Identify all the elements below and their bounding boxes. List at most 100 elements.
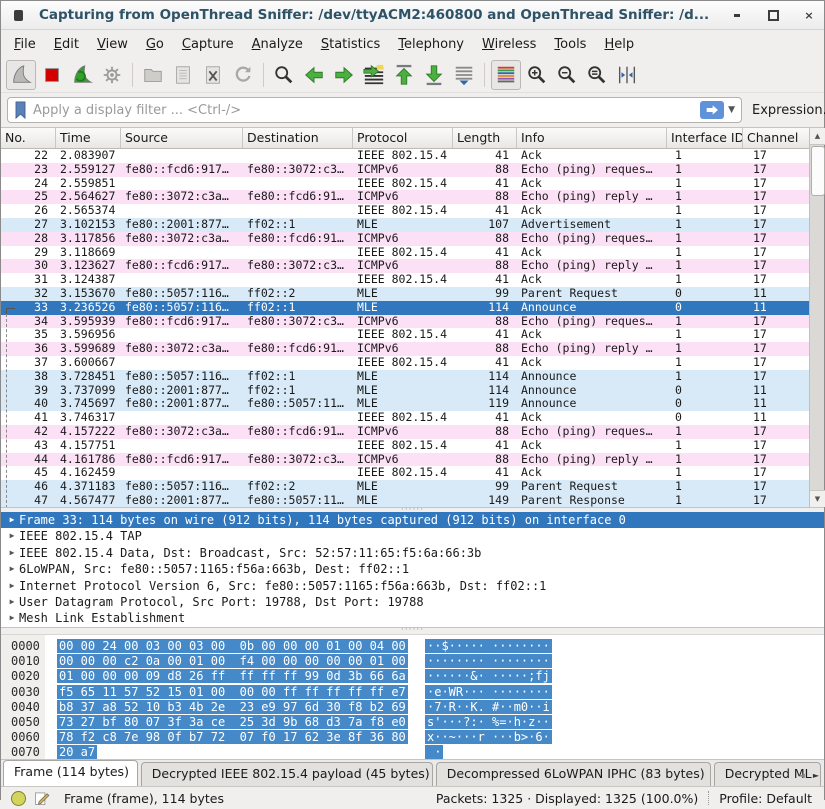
menu-help[interactable]: Help <box>595 33 643 56</box>
expand-triangle-icon[interactable]: ▶ <box>1 528 19 544</box>
column-header-destination[interactable]: Destination <box>243 128 353 148</box>
menu-analyze[interactable]: Analyze <box>243 33 312 56</box>
detail-line-2[interactable]: ▶IEEE 802.15.4 Data, Dst: Broadcast, Src… <box>1 545 824 561</box>
packet-row-42[interactable]: 424.157222fe80::3072:c3a…fe80::fcd6:91…I… <box>1 425 811 439</box>
packet-row-38[interactable]: 383.728451fe80::5057:116…ff02::1MLE114An… <box>1 370 811 384</box>
tab-scroll-right-icon[interactable]: ► <box>810 769 822 782</box>
resize-columns-icon[interactable] <box>613 61 641 89</box>
column-header-length[interactable]: Length <box>453 128 517 148</box>
stop-capture-icon[interactable] <box>38 61 66 89</box>
menu-view[interactable]: View <box>88 33 137 56</box>
tab-scroll-left-icon[interactable]: ◄ <box>796 769 808 782</box>
packet-row-30[interactable]: 303.123627fe80::fcd6:917…fe80::3072:c3…I… <box>1 259 811 273</box>
pane-splitter-1[interactable]: ······ <box>1 507 824 512</box>
byte-view-tab-0[interactable]: Frame (114 bytes) <box>3 760 138 786</box>
maximize-button[interactable] <box>766 8 780 22</box>
bookmark-icon[interactable] <box>14 101 27 119</box>
packet-row-40[interactable]: 403.745697fe80::2001:877…fe80::5057:11…M… <box>1 397 811 411</box>
packet-row-27[interactable]: 273.102153fe80::2001:877…ff02::1MLE107Ad… <box>1 218 811 232</box>
packet-row-34[interactable]: 343.595939fe80::fcd6:917…fe80::3072:c3…I… <box>1 315 811 329</box>
menu-go[interactable]: Go <box>137 33 173 56</box>
zoom-out-icon[interactable] <box>553 61 581 89</box>
packet-row-22[interactable]: 222.083907IEEE 802.15.441Ack117 <box>1 149 811 163</box>
apply-filter-button[interactable] <box>700 101 724 119</box>
packet-row-45[interactable]: 454.162459IEEE 802.15.441Ack117 <box>1 466 811 480</box>
last-packet-icon[interactable] <box>420 61 448 89</box>
display-filter-input[interactable] <box>31 102 700 119</box>
column-header-info[interactable]: Info <box>517 128 667 148</box>
menu-telephony[interactable]: Telephony <box>389 33 473 56</box>
detail-line-3[interactable]: ▶6LoWPAN, Src: fe80::5057:1165:f56a:663b… <box>1 561 824 577</box>
column-header-protocol[interactable]: Protocol <box>353 128 453 148</box>
packet-row-44[interactable]: 444.161786fe80::fcd6:917…fe80::3072:c3…I… <box>1 453 811 467</box>
scrollbar-thumb[interactable] <box>811 146 825 196</box>
menu-tools[interactable]: Tools <box>545 33 595 56</box>
menu-file[interactable]: File <box>5 33 45 56</box>
column-header-time[interactable]: Time <box>56 128 121 148</box>
hex-row-0030[interactable]: 0030f5 65 11 57 52 15 01 00 00 00 ff ff … <box>1 685 824 700</box>
column-header-channel[interactable]: Channel <box>743 128 811 148</box>
status-profile[interactable]: Profile: Default <box>719 791 812 806</box>
find-packet-icon[interactable] <box>270 61 298 89</box>
auto-scroll-icon[interactable] <box>450 61 478 89</box>
detail-line-5[interactable]: ▶User Datagram Protocol, Src Port: 19788… <box>1 594 824 610</box>
byte-view-tab-1[interactable]: Decrypted IEEE 802.15.4 payload (45 byte… <box>141 762 433 786</box>
capture-comment-icon[interactable] <box>34 790 50 806</box>
menu-wireless[interactable]: Wireless <box>473 33 545 56</box>
minimize-button[interactable] <box>730 8 744 22</box>
close-button[interactable]: × <box>802 8 816 22</box>
packet-row-43[interactable]: 434.157751IEEE 802.15.441Ack117 <box>1 439 811 453</box>
packet-row-39[interactable]: 393.737099fe80::2001:877…ff02::1MLE114An… <box>1 384 811 398</box>
display-filter-field[interactable]: ▼ <box>7 97 742 123</box>
packet-list-scrollbar[interactable]: ▲ ▼ <box>809 128 824 507</box>
column-header-source[interactable]: Source <box>121 128 243 148</box>
expand-triangle-icon[interactable]: ▶ <box>1 561 19 577</box>
menu-edit[interactable]: Edit <box>45 33 88 56</box>
hex-row-0040[interactable]: 0040b8 37 a8 52 10 b3 4b 2e 23 e9 97 6d … <box>1 700 824 715</box>
previous-packet-icon[interactable] <box>300 61 328 89</box>
expand-triangle-icon[interactable]: ▶ <box>1 594 19 610</box>
restart-capture-icon[interactable] <box>68 61 96 89</box>
hex-row-0050[interactable]: 005073 27 bf 80 07 3f 3a ce 25 3d 9b 68 … <box>1 715 824 730</box>
expand-triangle-icon[interactable]: ▶ <box>1 512 19 528</box>
packet-row-32[interactable]: 323.153670fe80::5057:116…ff02::2MLE99Par… <box>1 287 811 301</box>
hex-row-0060[interactable]: 006078 f2 c8 7e 98 0f b7 72 07 f0 17 62 … <box>1 730 824 745</box>
filter-history-dropdown[interactable]: ▼ <box>728 105 735 115</box>
start-capture-icon[interactable] <box>6 60 36 90</box>
capture-options-icon[interactable] <box>98 61 126 89</box>
hex-row-0020[interactable]: 002001 00 00 00 09 d8 26 ff ff ff ff 99 … <box>1 669 824 684</box>
detail-line-1[interactable]: ▶IEEE 802.15.4 TAP <box>1 528 824 544</box>
packet-row-31[interactable]: 313.124387IEEE 802.15.441Ack117 <box>1 273 811 287</box>
expand-triangle-icon[interactable]: ▶ <box>1 578 19 594</box>
scroll-up-icon[interactable]: ▲ <box>810 128 825 145</box>
packet-row-35[interactable]: 353.596956IEEE 802.15.441Ack117 <box>1 328 811 342</box>
zoom-reset-icon[interactable] <box>583 61 611 89</box>
packet-row-29[interactable]: 293.118669IEEE 802.15.441Ack117 <box>1 246 811 260</box>
packet-row-28[interactable]: 283.117856fe80::3072:c3a…fe80::fcd6:91…I… <box>1 232 811 246</box>
menu-statistics[interactable]: Statistics <box>312 33 389 56</box>
packet-row-41[interactable]: 413.746317IEEE 802.15.441Ack011 <box>1 411 811 425</box>
column-header-no-[interactable]: No. <box>1 128 56 148</box>
expand-triangle-icon[interactable]: ▶ <box>1 545 19 561</box>
packet-row-37[interactable]: 373.600667IEEE 802.15.441Ack117 <box>1 356 811 370</box>
packet-row-33[interactable]: 333.236526fe80::5057:116…ff02::1MLE114An… <box>1 301 811 315</box>
packet-row-26[interactable]: 262.565374IEEE 802.15.441Ack117 <box>1 204 811 218</box>
goto-packet-icon[interactable] <box>360 61 388 89</box>
hex-row-0000[interactable]: 000000 00 24 00 03 00 03 00 0b 00 00 00 … <box>1 639 824 654</box>
column-header-interface-id[interactable]: Interface ID <box>667 128 743 148</box>
hex-row-0010[interactable]: 001000 00 00 c2 0a 00 01 00 f4 00 00 00 … <box>1 654 824 669</box>
packet-row-46[interactable]: 464.371183fe80::5057:116…ff02::2MLE99Par… <box>1 480 811 494</box>
scroll-down-icon[interactable]: ▼ <box>810 490 825 507</box>
expression-button[interactable]: Expression... <box>752 103 825 118</box>
zoom-in-icon[interactable] <box>523 61 551 89</box>
detail-line-4[interactable]: ▶Internet Protocol Version 6, Src: fe80:… <box>1 578 824 594</box>
first-packet-icon[interactable] <box>390 61 418 89</box>
expert-info-icon[interactable] <box>11 791 26 806</box>
colorize-icon[interactable] <box>491 60 521 90</box>
packet-row-36[interactable]: 363.599689fe80::3072:c3a…fe80::fcd6:91…I… <box>1 342 811 356</box>
packet-row-24[interactable]: 242.559851IEEE 802.15.441Ack117 <box>1 177 811 191</box>
next-packet-icon[interactable] <box>330 61 358 89</box>
hex-row-0070[interactable]: 007020 a7 · <box>1 745 824 759</box>
packet-row-25[interactable]: 252.564627fe80::3072:c3a…fe80::fcd6:91…I… <box>1 190 811 204</box>
packet-row-23[interactable]: 232.559127fe80::fcd6:917…fe80::3072:c3…I… <box>1 163 811 177</box>
